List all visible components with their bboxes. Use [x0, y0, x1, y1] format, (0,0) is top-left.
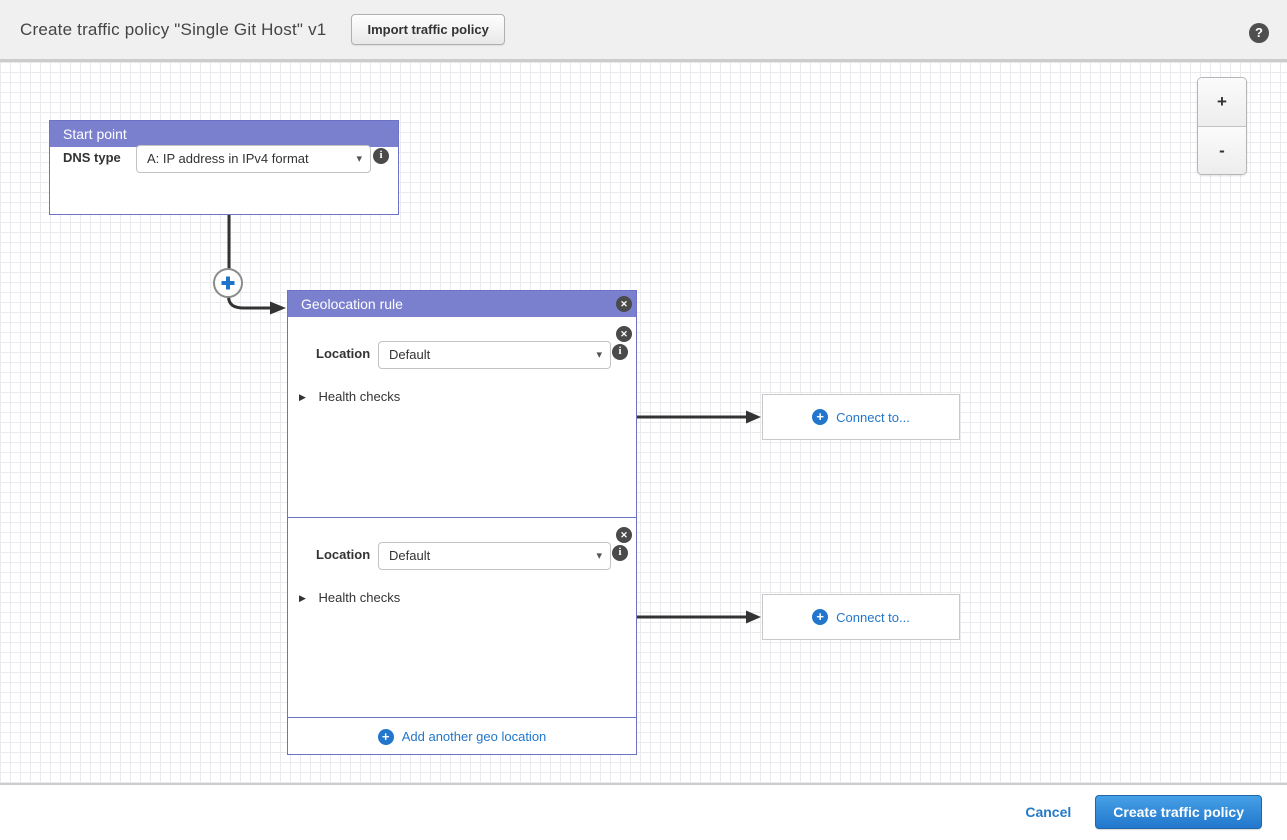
close-location-icon[interactable]: ✕	[616, 326, 632, 342]
location-select[interactable]: Default ▾	[378, 341, 611, 369]
policy-editor-canvas: + - Start point DNS type A: IP address i…	[0, 62, 1287, 785]
dns-type-value: A: IP address in IPv4 format	[147, 151, 309, 166]
geolocation-rule-title: Geolocation rule	[301, 296, 403, 312]
location-label: Location	[316, 547, 370, 562]
location-info-icon[interactable]: i	[612, 344, 628, 360]
close-location-icon[interactable]: ✕	[616, 527, 632, 543]
connect-to-label: Connect to...	[836, 410, 910, 425]
location-select[interactable]: Default ▾	[378, 542, 611, 570]
health-checks-label: Health checks	[319, 389, 401, 404]
geo-location-section: ✕ Location Default ▾ i ▶ Health checks	[288, 517, 636, 717]
cancel-link[interactable]: Cancel	[1025, 804, 1071, 820]
connect-to-button[interactable]: + Connect to...	[762, 394, 960, 440]
insert-rule-plus-button[interactable]	[213, 268, 243, 298]
geolocation-rule-card: Geolocation rule ✕ ✕ Location Default ▾ …	[287, 290, 637, 755]
geo-location-section: ✕ Location Default ▾ i ▶ Health checks	[288, 317, 636, 517]
action-footer: Cancel Create traffic policy	[0, 785, 1287, 838]
chevron-down-icon: ▾	[596, 342, 602, 368]
add-geo-location-label: Add another geo location	[402, 729, 547, 744]
connect-to-button[interactable]: + Connect to...	[762, 594, 960, 640]
plus-circle-icon: +	[812, 609, 828, 625]
plus-icon	[219, 274, 237, 292]
health-checks-toggle[interactable]: ▶ Health checks	[299, 389, 400, 404]
start-point-header: Start point	[50, 121, 398, 147]
expander-arrow-icon: ▶	[299, 593, 306, 603]
plus-circle-icon: +	[812, 409, 828, 425]
geolocation-rule-header: Geolocation rule ✕	[288, 291, 636, 317]
close-rule-icon[interactable]: ✕	[616, 296, 632, 312]
chevron-down-icon: ▾	[596, 543, 602, 569]
import-traffic-policy-button[interactable]: Import traffic policy	[351, 14, 504, 45]
plus-circle-icon: +	[378, 729, 394, 745]
start-point-card: Start point DNS type A: IP address in IP…	[49, 120, 399, 215]
health-checks-label: Health checks	[319, 590, 401, 605]
zoom-out-button[interactable]: -	[1198, 126, 1246, 174]
dns-type-select[interactable]: A: IP address in IPv4 format ▾	[136, 145, 371, 173]
add-geo-location-link[interactable]: + Add another geo location	[288, 717, 636, 755]
health-checks-toggle[interactable]: ▶ Health checks	[299, 590, 400, 605]
expander-arrow-icon: ▶	[299, 392, 306, 402]
connect-to-label: Connect to...	[836, 610, 910, 625]
help-icon[interactable]: ?	[1249, 23, 1269, 43]
location-value: Default	[389, 548, 430, 563]
location-label: Location	[316, 346, 370, 361]
create-traffic-policy-button[interactable]: Create traffic policy	[1095, 795, 1262, 829]
location-info-icon[interactable]: i	[612, 545, 628, 561]
chevron-down-icon: ▾	[356, 146, 362, 172]
zoom-controls: + -	[1197, 77, 1247, 175]
dns-type-label: DNS type	[63, 150, 121, 165]
page-title: Create traffic policy "Single Git Host" …	[20, 20, 326, 40]
app-header: Create traffic policy "Single Git Host" …	[0, 0, 1287, 62]
location-value: Default	[389, 347, 430, 362]
dns-type-info-icon[interactable]: i	[373, 148, 389, 164]
zoom-in-button[interactable]: +	[1198, 78, 1246, 126]
